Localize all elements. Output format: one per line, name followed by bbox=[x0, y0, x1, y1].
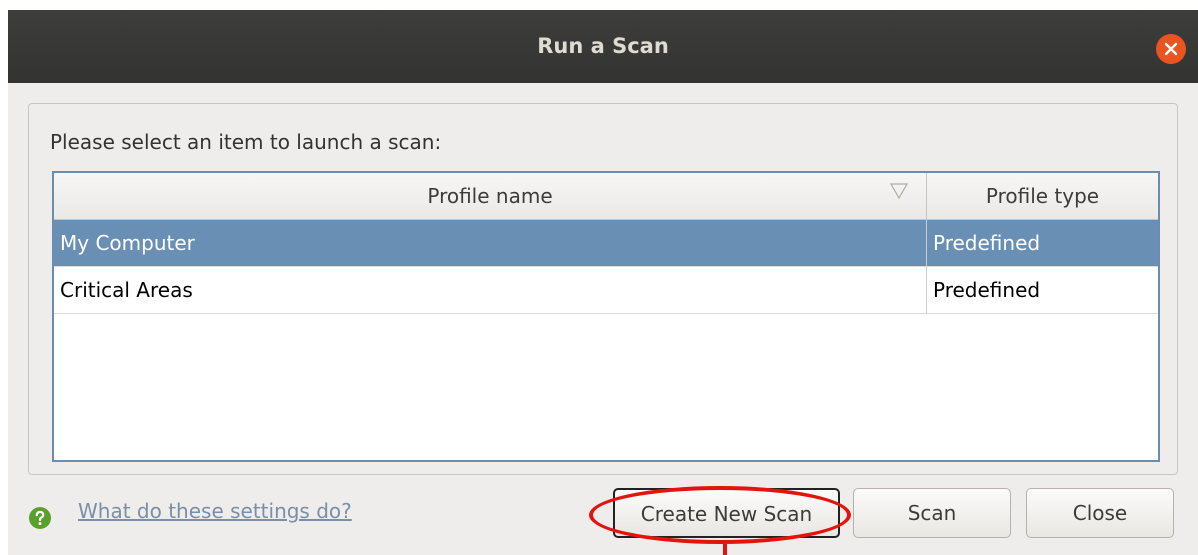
table-header: Profile name Profile type bbox=[54, 173, 1158, 220]
dialog-title: Run a Scan bbox=[537, 34, 669, 58]
column-divider bbox=[926, 220, 927, 266]
table-row[interactable]: Critical Areas Predefined bbox=[54, 267, 1158, 314]
help-link[interactable]: What do these settings do? bbox=[78, 499, 352, 523]
table-row[interactable]: My Computer Predefined bbox=[54, 220, 1158, 267]
profile-type-cell: Predefined bbox=[933, 278, 1041, 302]
create-new-scan-button[interactable]: Create New Scan bbox=[613, 488, 840, 538]
annotation-pointer bbox=[723, 544, 727, 555]
window-close-button[interactable] bbox=[1156, 34, 1186, 64]
profile-name-cell: My Computer bbox=[60, 231, 195, 255]
profile-table: Profile name Profile type My Computer Pr… bbox=[52, 171, 1160, 462]
scan-button[interactable]: Scan bbox=[853, 488, 1011, 538]
column-divider bbox=[926, 267, 927, 313]
profile-name-cell: Critical Areas bbox=[60, 278, 193, 302]
close-icon bbox=[1164, 42, 1178, 56]
column-header-profile-type[interactable]: Profile type bbox=[927, 173, 1158, 219]
close-button[interactable]: Close bbox=[1026, 488, 1174, 538]
select-prompt: Please select an item to launch a scan: bbox=[50, 130, 442, 154]
run-scan-dialog: Run a Scan Please select an item to laun… bbox=[8, 10, 1198, 555]
column-header-profile-name[interactable]: Profile name bbox=[54, 173, 927, 219]
question-icon[interactable] bbox=[28, 506, 52, 530]
sort-indicator-icon bbox=[890, 183, 908, 199]
profile-type-cell: Predefined bbox=[933, 231, 1041, 255]
title-bar[interactable]: Run a Scan bbox=[8, 10, 1198, 83]
